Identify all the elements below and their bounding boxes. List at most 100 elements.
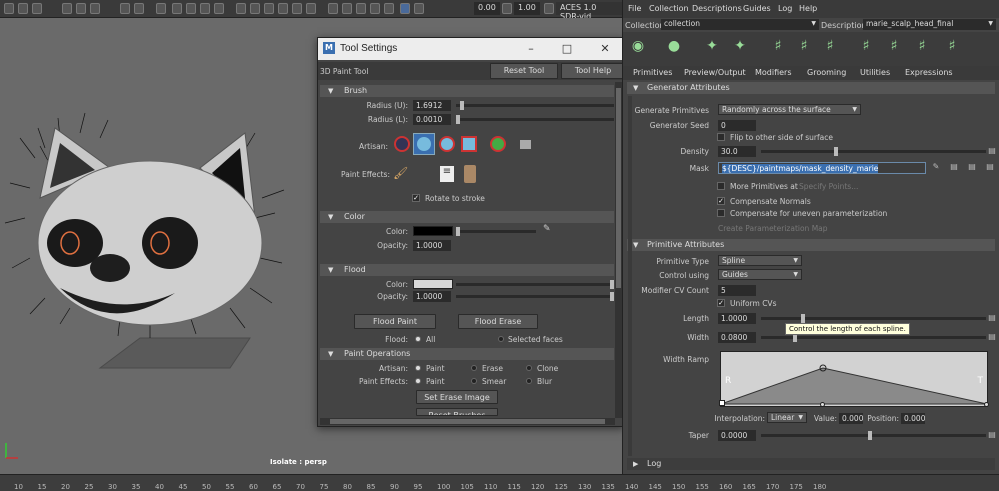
add-guides-icon[interactable]: ✦ xyxy=(703,38,721,56)
slider-handle[interactable] xyxy=(834,147,838,156)
smooth-shade-icon[interactable] xyxy=(250,3,260,14)
bend-guides-icon[interactable]: ♯ xyxy=(885,38,903,56)
resolution-gate-icon[interactable] xyxy=(156,3,166,14)
menu-guides[interactable]: Guides xyxy=(743,4,771,13)
shadows-icon[interactable] xyxy=(306,3,316,14)
horizontal-scrollbar[interactable] xyxy=(320,418,615,425)
width-slider[interactable] xyxy=(761,333,986,342)
slider-handle[interactable] xyxy=(868,431,872,440)
primitive-type-dropdown[interactable]: Spline ▼ xyxy=(718,255,802,266)
menu-help[interactable]: Help xyxy=(799,4,817,13)
mask-expression-field[interactable]: ${DESC}/paintmaps/mask_density_marie xyxy=(718,162,926,174)
xray-joints-icon[interactable] xyxy=(342,3,352,14)
flood-paint-button[interactable]: Flood Paint xyxy=(354,314,436,329)
gate-mask-icon[interactable] xyxy=(172,3,182,14)
grease-pencil-icon[interactable] xyxy=(90,3,100,14)
interpolation-dropdown[interactable]: Linear ▼ xyxy=(767,412,807,423)
uniform-cvs-checkbox[interactable]: ✓ xyxy=(717,299,725,307)
safe-action-icon[interactable] xyxy=(200,3,210,14)
slider-handle[interactable] xyxy=(456,115,460,124)
radius-u-slider[interactable] xyxy=(456,101,614,110)
ramp-key-root[interactable] xyxy=(719,400,725,406)
flood-color-swatch[interactable] xyxy=(413,279,453,289)
menu-descriptions[interactable]: Descriptions xyxy=(692,4,742,13)
tab-grooming[interactable]: Grooming xyxy=(807,68,846,77)
flood-color-slider[interactable] xyxy=(456,280,614,289)
generate-primitives-dropdown[interactable]: Randomly across the surface ▼ xyxy=(718,104,861,115)
ramp-position-field[interactable]: 0.000 xyxy=(901,413,925,424)
width-field[interactable]: 0.0800 xyxy=(718,332,756,343)
get-brush-icon[interactable] xyxy=(464,165,476,183)
vertical-scrollbar[interactable] xyxy=(628,96,632,456)
tab-modifiers[interactable]: Modifiers xyxy=(755,68,792,77)
brush-section[interactable]: ▼ Brush xyxy=(320,85,614,97)
create-description-icon[interactable]: ◉ xyxy=(629,38,647,56)
exposure-value[interactable]: 0.00 xyxy=(474,2,500,15)
flood-erase-button[interactable]: Flood Erase xyxy=(458,314,538,329)
radius-u-field[interactable]: 1.6912 xyxy=(413,100,451,111)
gamma-icon[interactable] xyxy=(502,3,512,14)
slider-handle[interactable] xyxy=(610,280,614,289)
field-chart-icon[interactable] xyxy=(186,3,196,14)
time-slider[interactable]: 10 15 20 25 30 35 40 45 50 55 60 65 70 75 80 85 90 95 100 1… xyxy=(0,474,999,491)
scroll-thumb[interactable] xyxy=(330,419,605,424)
flip-side-checkbox[interactable] xyxy=(717,133,725,141)
map-menu-icon[interactable]: ▤ xyxy=(987,146,997,156)
create-collection-icon[interactable]: ● xyxy=(665,38,683,56)
gamma-value[interactable]: 1.00 xyxy=(514,2,540,15)
primitive-attributes-section[interactable]: ▼ Primitive Attributes xyxy=(627,239,995,251)
rotate-to-stroke-checkbox[interactable]: ✓ xyxy=(412,194,420,202)
pe-paint-radio[interactable] xyxy=(415,378,421,384)
guide-tools-icon[interactable]: ✦ xyxy=(731,38,749,56)
make-guides-icon[interactable]: ♯ xyxy=(913,38,931,56)
vertical-scrollbar[interactable] xyxy=(615,82,622,418)
tab-utilities[interactable]: Utilities xyxy=(860,68,890,77)
slider-handle[interactable] xyxy=(610,292,614,301)
open-folder-icon[interactable]: ▤ xyxy=(967,162,977,172)
use-all-lights-icon[interactable] xyxy=(292,3,302,14)
radius-l-slider[interactable] xyxy=(456,115,614,124)
film-gate-icon[interactable] xyxy=(134,3,144,14)
eyedropper-icon[interactable]: ✎ xyxy=(543,224,553,234)
map-menu-icon[interactable]: ▤ xyxy=(987,313,997,323)
template-brush-icon[interactable]: ≡ xyxy=(440,166,454,182)
length-slider[interactable] xyxy=(761,314,986,323)
reset-tool-button[interactable]: Reset Tool xyxy=(490,63,558,79)
browse-folder-icon[interactable] xyxy=(520,140,531,149)
compensate-normals-checkbox[interactable]: ✓ xyxy=(717,197,725,205)
density-slider[interactable] xyxy=(761,147,986,156)
image-plane-icon[interactable] xyxy=(62,3,72,14)
artisan-paint-radio[interactable] xyxy=(415,365,421,371)
flood-opacity-field[interactable]: 1.0000 xyxy=(413,291,451,302)
ambient-occlusion-icon[interactable] xyxy=(356,3,366,14)
tab-preview-output[interactable]: Preview/Output xyxy=(684,68,746,77)
preview-update-icon[interactable]: ♯ xyxy=(943,38,961,56)
camera-attributes-icon[interactable] xyxy=(18,3,28,14)
generator-section[interactable]: ▼ Generator Attributes xyxy=(627,82,995,94)
generator-seed-field[interactable]: 0 xyxy=(718,120,756,131)
textured-icon[interactable] xyxy=(278,3,288,14)
safe-title-icon[interactable] xyxy=(214,3,224,14)
more-primitives-checkbox[interactable] xyxy=(717,182,725,190)
paint-map-icon[interactable]: ✎ xyxy=(931,162,941,172)
slider-handle[interactable] xyxy=(801,314,805,323)
log-section[interactable]: ▶ Log xyxy=(627,458,995,470)
wireframe-icon[interactable] xyxy=(236,3,246,14)
image-brush-icon[interactable] xyxy=(490,136,506,152)
opacity-field[interactable]: 1.0000 xyxy=(413,240,451,251)
xray-icon[interactable] xyxy=(328,3,338,14)
view-transform[interactable]: ACES 1.0 SDR-vid xyxy=(556,2,622,21)
specify-points-button[interactable]: Specify Points... xyxy=(799,182,858,191)
map-menu-icon[interactable]: ▤ xyxy=(987,430,997,440)
tab-primitives[interactable]: Primitives xyxy=(633,68,672,77)
flood-all-radio[interactable] xyxy=(415,336,421,342)
set-erase-image-button[interactable]: Set Erase Image xyxy=(416,390,498,404)
color-slider[interactable] xyxy=(456,227,536,236)
slider-handle[interactable] xyxy=(456,227,460,236)
slider-handle[interactable] xyxy=(460,101,464,110)
grid-icon[interactable] xyxy=(120,3,130,14)
color-section[interactable]: ▼ Color xyxy=(320,211,614,223)
menu-file[interactable]: File xyxy=(628,4,641,13)
collection-dropdown[interactable]: collection ▼ xyxy=(661,19,819,30)
compensate-uneven-checkbox[interactable] xyxy=(717,209,725,217)
